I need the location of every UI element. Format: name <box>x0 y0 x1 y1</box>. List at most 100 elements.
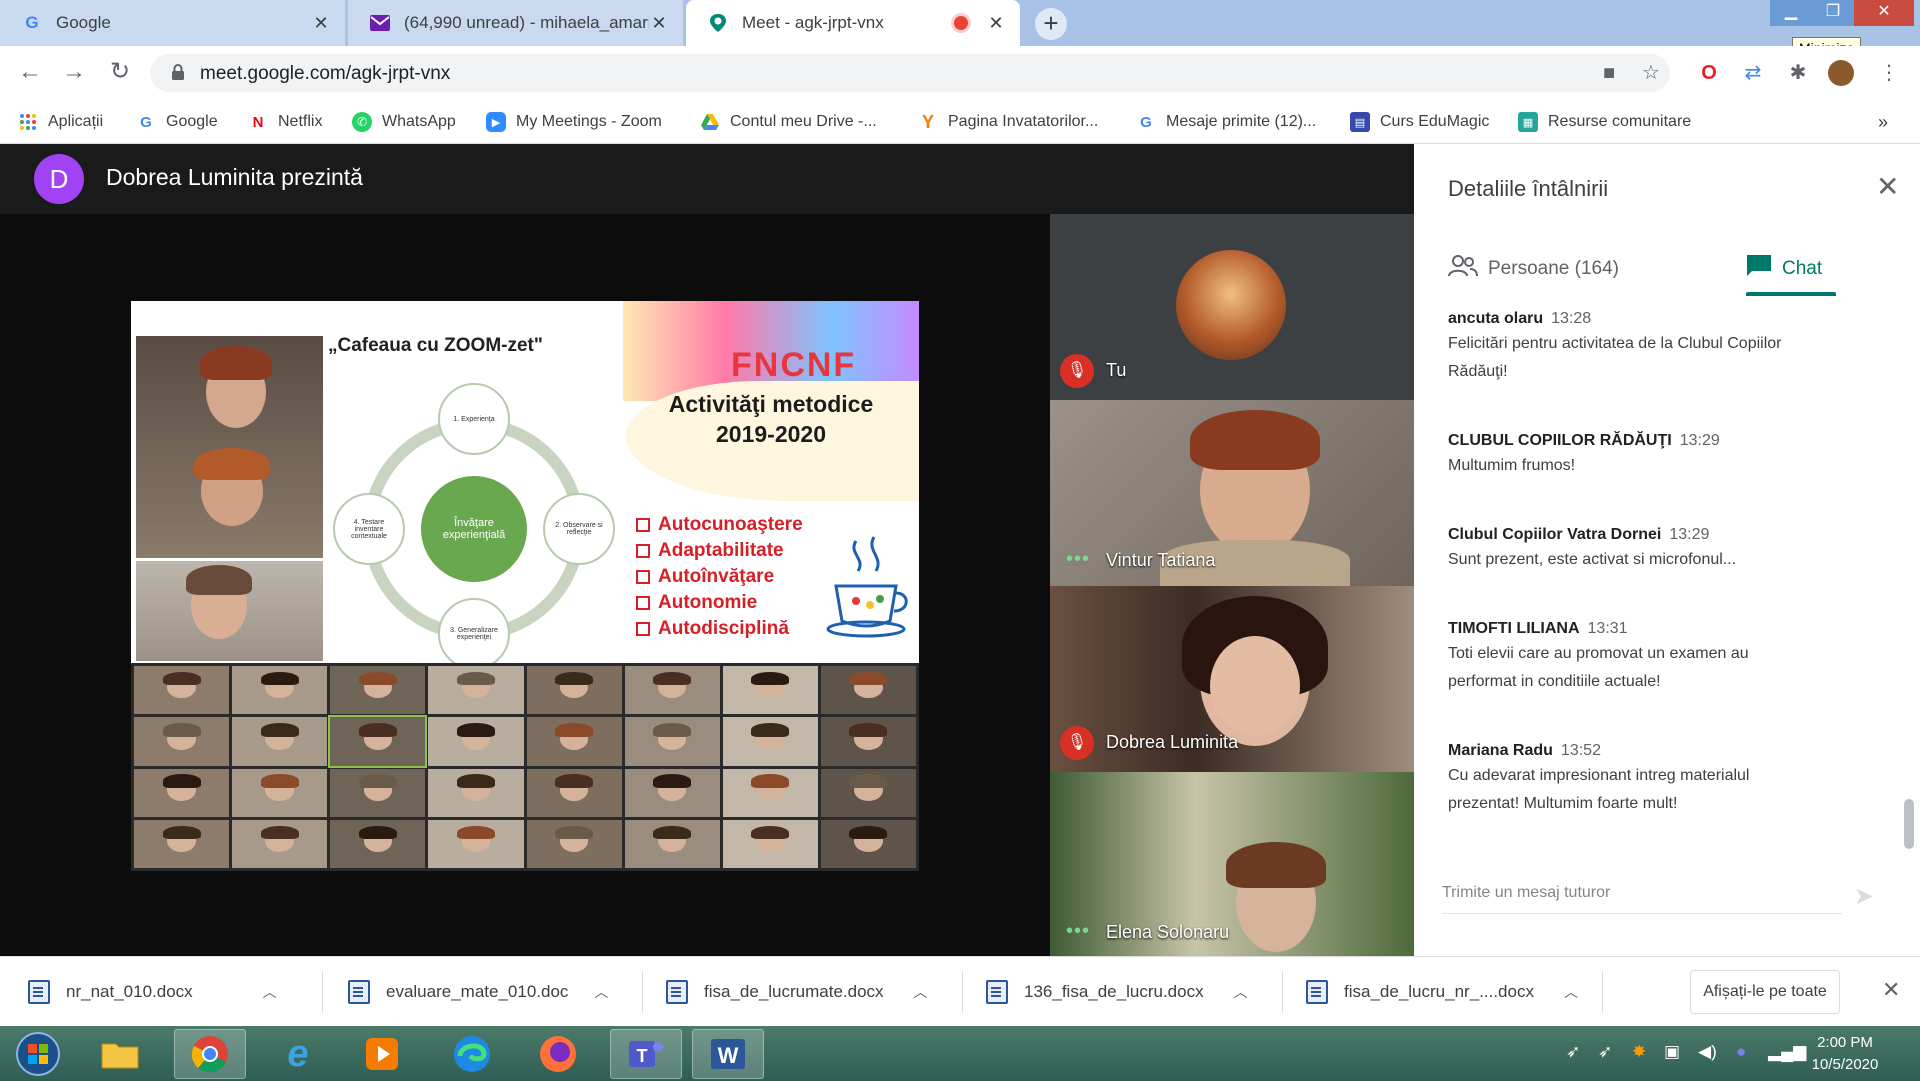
close-window-button[interactable]: ✕ <box>1854 0 1914 26</box>
download-item[interactable]: nr_nat_010.docx ︿ <box>28 957 277 1027</box>
chat-message: CLUBUL COPIILOR RĂDĂUŢI 13:29 Multumim fr… <box>1448 432 1720 474</box>
chat-input[interactable]: Trimite un mesaj tuturor <box>1442 884 1842 914</box>
teams-icon[interactable]: T <box>610 1029 682 1079</box>
participant-thumbnail <box>134 819 230 868</box>
volume-icon[interactable]: ◀) <box>1698 1042 1717 1062</box>
participant-tile-self[interactable]: 🎙 Tu <box>1050 214 1414 400</box>
profile-avatar[interactable] <box>1828 60 1854 86</box>
participant-thumbnail <box>722 819 818 868</box>
tray-icon[interactable]: ✸ <box>1632 1042 1646 1062</box>
browser-toolbar: ← → ↻ meet.google.com/agk-jrpt-vnx ■ ☆ O… <box>0 46 1920 100</box>
bookmark-google[interactable]: G Google <box>136 100 217 144</box>
tab-google[interactable]: G Google ✕ <box>0 0 345 46</box>
cycle-node: 2. Observare si reflecţie <box>543 493 615 565</box>
separator <box>1282 971 1283 1013</box>
file-explorer-icon[interactable] <box>84 1029 156 1079</box>
tab-people[interactable]: Persoane (164) <box>1448 244 1619 294</box>
chevron-up-icon[interactable]: ︿ <box>263 982 277 1002</box>
word-icon[interactable]: W <box>692 1029 764 1079</box>
close-icon[interactable]: ✕ <box>1882 977 1900 1003</box>
download-item[interactable]: fisa_de_lucrumate.docx ︿ <box>666 957 928 1027</box>
close-icon[interactable]: ✕ <box>311 13 331 34</box>
participant-tile[interactable]: ••• Elena Solonaru <box>1050 772 1414 956</box>
bookmarks-overflow-icon[interactable]: » <box>1878 100 1888 144</box>
participant-tile[interactable]: ••• Vintur Tatiana <box>1050 400 1414 586</box>
tab-chat[interactable]: Chat <box>1746 244 1822 294</box>
bookmark-netflix[interactable]: N Netflix <box>248 100 323 144</box>
whatsapp-icon: ✆ <box>352 112 372 132</box>
teams-tray-icon[interactable]: ● <box>1736 1042 1746 1062</box>
participant-thumbnail <box>428 768 524 817</box>
resources-icon: ▦ <box>1518 112 1538 132</box>
netflix-icon: N <box>252 113 264 131</box>
chevron-up-icon[interactable]: ︿ <box>1564 982 1578 1002</box>
restore-button[interactable]: ❐ <box>1812 0 1854 26</box>
menu-icon[interactable]: ⋮ <box>1876 60 1902 86</box>
participant-tile[interactable]: 🎙 Dobrea Luminita <box>1050 586 1414 772</box>
tray-icon[interactable]: ➶ <box>1598 1042 1612 1062</box>
tab-mail[interactable]: (64,990 unread) - mihaela_amarit ✕ <box>348 0 683 46</box>
participant-thumbnail <box>820 717 916 766</box>
system-clock[interactable]: 2:00 PM 10/5/2020 <box>1790 1032 1900 1076</box>
message-author: ancuta olaru <box>1448 310 1544 327</box>
new-tab-button[interactable]: + <box>1035 8 1067 40</box>
send-icon[interactable]: ➤ <box>1854 882 1874 911</box>
chevron-up-icon[interactable]: ︿ <box>594 982 608 1002</box>
opera-icon[interactable]: O <box>1696 60 1722 86</box>
download-item[interactable]: 136_fisa_de_lucru.docx ︿ <box>986 957 1248 1027</box>
chat-message: Mariana Radu 13:52 Cu adevarat impresiona… <box>1448 742 1750 812</box>
chevron-up-icon[interactable]: ︿ <box>914 982 928 1002</box>
word-doc-icon <box>348 980 370 1004</box>
reload-button[interactable]: ↻ <box>106 59 134 87</box>
edge-icon[interactable] <box>436 1029 508 1079</box>
chat-icon <box>1746 254 1772 284</box>
firefox-icon[interactable] <box>522 1029 594 1079</box>
forward-button[interactable]: → <box>60 59 88 87</box>
download-item[interactable]: evaluare_mate_010.doc ︿ <box>348 957 608 1027</box>
bookmark-invatatori[interactable]: Y Pagina Invatatorilor... <box>918 100 1098 144</box>
bookmark-drive[interactable]: Contul meu Drive -... <box>700 100 877 144</box>
back-button[interactable]: ← <box>16 59 44 87</box>
participant-thumbnail <box>820 666 916 715</box>
media-player-icon[interactable] <box>346 1029 418 1079</box>
tray-icon[interactable]: ▣ <box>1664 1042 1680 1062</box>
presenter-bar: D Dobrea Luminita prezintă <box>0 144 1414 214</box>
close-icon[interactable]: ✕ <box>986 13 1006 34</box>
address-bar[interactable]: meet.google.com/agk-jrpt-vnx <box>150 54 1670 92</box>
chrome-icon[interactable] <box>174 1029 246 1079</box>
download-item[interactable]: fisa_de_lucru_nr_....docx ︿ <box>1306 957 1578 1027</box>
browser-tab-strip: G Google ✕ (64,990 unread) - mihaela_ama… <box>0 0 1920 59</box>
screen: G Google ✕ (64,990 unread) - mihaela_ama… <box>0 0 1920 1081</box>
message-time: 13:29 <box>1669 526 1710 543</box>
camera-icon[interactable]: ■ <box>1596 60 1622 86</box>
clock-date: 10/5/2020 <box>1811 1056 1879 1073</box>
lock-icon <box>170 63 186 81</box>
tab-meet[interactable]: Meet - agk-jrpt-vnx ✕ <box>686 0 1020 46</box>
tray-icon[interactable]: ➶ <box>1566 1042 1580 1062</box>
extensions-icon[interactable]: ✱ <box>1785 60 1811 86</box>
minimize-button[interactable]: ▁ <box>1770 0 1812 26</box>
close-icon[interactable]: ✕ <box>649 13 669 34</box>
participant-thumbnail <box>624 666 720 715</box>
show-all-downloads-button[interactable]: Afișați-le pe toate <box>1690 970 1840 1014</box>
mic-off-icon: 🎙 <box>1060 726 1094 760</box>
close-icon[interactable]: ✕ <box>1876 170 1899 203</box>
separator <box>1602 971 1603 1013</box>
chevron-up-icon[interactable]: ︿ <box>1234 982 1248 1002</box>
bookmark-whatsapp[interactable]: ✆ WhatsApp <box>352 100 456 144</box>
slide-bullet: Autoînvăţare <box>636 566 774 588</box>
start-button[interactable] <box>2 1029 74 1079</box>
bookmark-resurse[interactable]: ▦ Resurse comunitare <box>1518 100 1691 144</box>
heading-line: 2019-2020 <box>716 421 826 447</box>
participant-thumbnail <box>526 768 622 817</box>
separator <box>322 971 323 1013</box>
chat-message: TIMOFTI LILIANA 13:31 Toti elevii care au… <box>1448 620 1749 690</box>
bookmark-edumagic[interactable]: ▤ Curs EduMagic <box>1350 100 1489 144</box>
internet-explorer-icon[interactable]: e <box>262 1029 334 1079</box>
star-icon[interactable]: ☆ <box>1638 60 1664 86</box>
bookmark-mesaje[interactable]: G Mesaje primite (12)... <box>1136 100 1316 144</box>
bookmark-apps[interactable]: Aplicații <box>18 100 103 144</box>
translate-icon[interactable]: ⇄ <box>1740 60 1766 86</box>
bookmark-zoom[interactable]: ▶ My Meetings - Zoom <box>486 100 662 144</box>
chat-scrollbar[interactable] <box>1904 799 1914 849</box>
